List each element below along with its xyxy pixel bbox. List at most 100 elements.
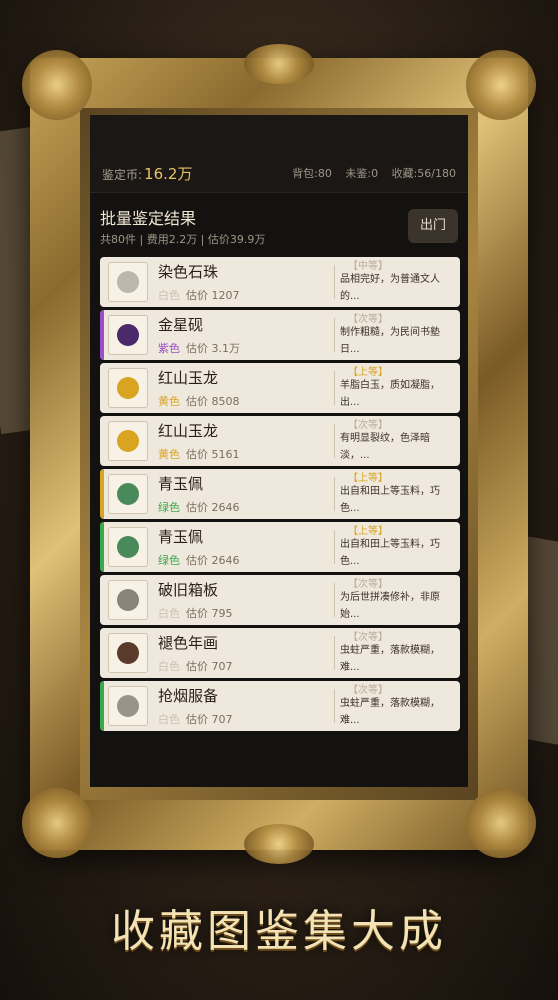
item-quality: 白色 [158, 660, 180, 673]
item-description: 出自和田上等玉料，巧色... [340, 486, 440, 514]
list-item[interactable]: 染色石珠白色 估价 1207 【中等】品相完好，为普通文人的... [100, 257, 460, 307]
list-item[interactable]: 金星砚 紫色 估价 3.1万 【次等】 制作粗糙，为民间书塾日... [100, 310, 460, 360]
item-name: 破旧箱板 [158, 581, 219, 599]
item-quality: 黄色 [158, 448, 180, 461]
unappraised-count: 未鉴:0 [345, 167, 379, 180]
item-name: 青玉佩 [158, 475, 204, 493]
rarity-stripe [100, 575, 104, 625]
frame-ornament-icon [22, 788, 92, 858]
game-screen: 鉴定币: 16.2万 背包:80 未鉴:0 收藏:56/180 批量鉴定结果 共8… [90, 115, 468, 787]
promo-slogan: 收藏图鉴集大成 [111, 906, 447, 957]
item-description: 为后世拼凑修补，非原始... [340, 592, 440, 620]
item-price: 估价 2646 [186, 501, 240, 514]
item-price: 估价 707 [186, 660, 233, 673]
rarity-stripe [100, 681, 104, 731]
divider [334, 583, 335, 617]
item-description: 有明显裂纹，色泽暗淡，... [340, 433, 430, 461]
item-grade: 【中等】 [348, 261, 388, 272]
item-name: 青玉佩 [158, 528, 204, 546]
bead-icon [117, 271, 139, 293]
item-grade: 【上等】 [348, 526, 388, 537]
frame-ornament-icon [466, 788, 536, 858]
item-price: 估价 1207 [186, 289, 240, 302]
item-grade: 【次等】 [348, 685, 388, 696]
rarity-stripe [100, 363, 104, 413]
frame-ornament-icon [466, 50, 536, 120]
item-description: 虫蛀严重，落款模糊，难... [340, 698, 440, 726]
item-quality: 绿色 [158, 554, 180, 567]
item-thumbnail [108, 686, 148, 726]
item-description: 制作粗糙，为民间书塾日... [340, 327, 440, 355]
item-thumbnail [108, 262, 148, 302]
list-item[interactable]: 青玉佩绿色 估价 2646 【上等】出自和田上等玉料，巧色... [100, 469, 460, 519]
item-description: 出自和田上等玉料，巧色... [340, 539, 440, 567]
item-price: 估价 707 [186, 713, 233, 726]
coin-value: 16.2万 [144, 165, 193, 183]
divider [334, 371, 335, 405]
item-grade: 【上等】 [348, 473, 388, 484]
list-item[interactable]: 红山玉龙黄色 估价 8508 【上等】羊脂白玉，质如凝脂，出... [100, 363, 460, 413]
divider [334, 530, 335, 564]
rarity-stripe [100, 416, 104, 466]
list-item[interactable]: 红山玉龙黄色 估价 5161 【次等】有明显裂纹，色泽暗淡，... [100, 416, 460, 466]
item-name: 红山玉龙 [158, 369, 219, 387]
coin-label: 鉴定币: [102, 168, 143, 182]
item-price: 估价 5161 [186, 448, 240, 461]
exit-button[interactable]: 出门 [408, 209, 458, 243]
bag-count: 背包:80 [292, 167, 332, 180]
item-description: 羊脂白玉，质如凝脂，出... [340, 380, 440, 408]
item-price: 估价 2646 [186, 554, 240, 567]
item-grade: 【次等】 [348, 579, 388, 590]
divider [334, 636, 335, 670]
divider [334, 477, 335, 511]
inkstone-icon [117, 324, 139, 346]
item-grade: 【次等】 [348, 632, 388, 643]
list-item[interactable]: 抢烟服备 白色 估价 707 【次等】 虫蛀严重，落款模糊，难... [100, 681, 460, 731]
result-summary: 共80件 | 费用2.2万 | 估价39.9万 [100, 233, 266, 246]
jade-pendant-icon [117, 483, 139, 505]
list-item[interactable]: 青玉佩绿色 估价 2646 【上等】出自和田上等玉料，巧色... [100, 522, 460, 572]
status-bar: 鉴定币: 16.2万 背包:80 未鉴:0 收藏:56/180 [90, 115, 468, 193]
item-grade: 【上等】 [348, 367, 388, 378]
list-item[interactable]: 褪色年画 白色 估价 707 【次等】 虫蛀严重，落款模糊，难... [100, 628, 460, 678]
item-thumbnail [108, 368, 148, 408]
inventory-stats: 背包:80 未鉴:0 收藏:56/180 [282, 165, 456, 181]
jade-dragon-icon [117, 377, 139, 399]
item-grade: 【次等】 [348, 314, 388, 325]
item-quality: 白色 [158, 713, 180, 726]
item-description: 虫蛀严重，落款模糊，难... [340, 645, 440, 673]
coin-balance: 鉴定币: 16.2万 [102, 163, 192, 184]
item-price: 估价 8508 [186, 395, 240, 408]
item-price: 估价 795 [186, 607, 233, 620]
item-thumbnail [108, 474, 148, 514]
painting-icon [117, 642, 139, 664]
item-thumbnail [108, 527, 148, 567]
divider [334, 689, 335, 723]
rarity-stripe [100, 628, 104, 678]
jade-dragon-icon [117, 430, 139, 452]
list-item[interactable]: 破旧箱板白色 估价 795 【次等】为后世拼凑修补，非原始... [100, 575, 460, 625]
item-thumbnail [108, 580, 148, 620]
item-grade: 【次等】 [348, 420, 388, 431]
result-list: 染色石珠 白色 估价 1207 【中等】 品相完好，为普通文人的... 金星砚 紫色 估价 … [100, 257, 460, 734]
item-price: 估价 3.1万 [186, 342, 240, 355]
frame-ornament-icon [244, 824, 314, 864]
frame-ornament-icon [22, 50, 92, 120]
rarity-stripe [100, 310, 104, 360]
item-thumbnail [108, 421, 148, 461]
rarity-stripe [100, 522, 104, 572]
item-name: 染色石珠 [158, 263, 219, 281]
amulet-icon [117, 695, 139, 717]
item-name: 金星砚 [158, 316, 204, 334]
item-quality: 白色 [158, 607, 180, 620]
divider [334, 265, 335, 299]
rarity-stripe [100, 257, 104, 307]
item-thumbnail [108, 633, 148, 673]
item-name: 红山玉龙 [158, 422, 219, 440]
result-title: 批量鉴定结果 [100, 209, 197, 228]
item-quality: 白色 [158, 289, 180, 302]
item-description: 品相完好，为普通文人的... [340, 274, 440, 302]
item-quality: 绿色 [158, 501, 180, 514]
item-quality: 黄色 [158, 395, 180, 408]
divider [334, 318, 335, 352]
